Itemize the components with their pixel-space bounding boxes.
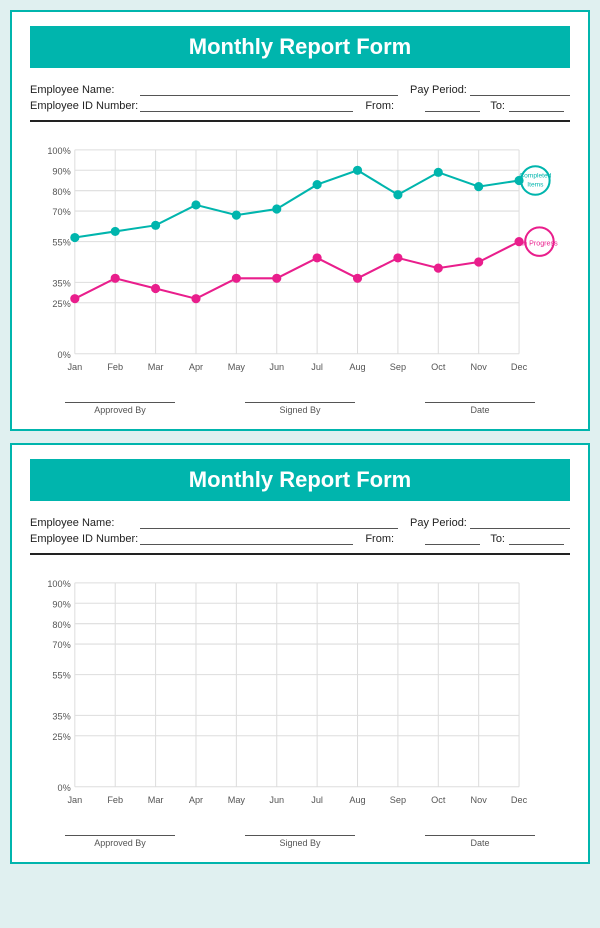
approved-by-block: Approved By: [65, 402, 175, 415]
signed-by-block: Signed By: [245, 835, 355, 848]
approved-by-line: [65, 402, 175, 403]
pay-period-line[interactable]: [470, 84, 570, 96]
signed-by-label: Signed By: [279, 405, 320, 415]
svg-text:55%: 55%: [52, 238, 70, 248]
svg-text:Mar: Mar: [148, 362, 164, 372]
approved-by-line: [65, 835, 175, 836]
employee-id-label: Employee ID Number:: [30, 100, 140, 112]
svg-text:70%: 70%: [52, 207, 70, 217]
date-line: [425, 835, 535, 836]
svg-text:Dec: Dec: [511, 362, 528, 372]
svg-text:25%: 25%: [52, 299, 70, 309]
signature-row: Approved By Signed By Date: [30, 835, 570, 848]
svg-text:55%: 55%: [52, 671, 70, 681]
employee-id-line[interactable]: [140, 100, 353, 112]
svg-text:Dec: Dec: [511, 795, 528, 805]
signed-by-line: [245, 402, 355, 403]
employee-name-line[interactable]: [140, 517, 398, 529]
date-block: Date: [425, 402, 535, 415]
svg-text:0%: 0%: [58, 783, 71, 793]
svg-text:Feb: Feb: [107, 362, 123, 372]
employee-name-label: Employee Name:: [30, 517, 140, 529]
employee-id-row: Employee ID Number: From: To:: [30, 533, 570, 545]
approved-by-label: Approved By: [94, 405, 146, 415]
svg-text:90%: 90%: [52, 599, 70, 609]
svg-text:100%: 100%: [47, 579, 70, 589]
date-label: Date: [470, 405, 489, 415]
employee-name-label: Employee Name:: [30, 84, 140, 96]
from-line[interactable]: [425, 100, 480, 112]
svg-text:70%: 70%: [52, 640, 70, 650]
svg-text:0%: 0%: [58, 350, 71, 360]
svg-text:Sep: Sep: [390, 362, 406, 372]
signed-by-block: Signed By: [245, 402, 355, 415]
svg-text:35%: 35%: [52, 711, 70, 721]
approved-by-block: Approved By: [65, 835, 175, 848]
signature-row: Approved By Signed By Date: [30, 402, 570, 415]
svg-text:Apr: Apr: [189, 795, 203, 805]
report-card-1: Monthly Report Form Employee Name: Pay P…: [10, 10, 590, 431]
form-fields: Employee Name: Pay Period: Employee ID N…: [30, 517, 570, 545]
employee-name-row: Employee Name: Pay Period:: [30, 517, 570, 529]
divider: [30, 553, 570, 555]
from-label: From:: [365, 533, 425, 545]
svg-text:35%: 35%: [52, 278, 70, 288]
signed-by-label: Signed By: [279, 838, 320, 848]
chart-container: 0% 25% 35% 55% 70% 80% 90% 100% Jan Feb Mar Apr May…: [30, 565, 570, 825]
svg-text:Nov: Nov: [471, 362, 488, 372]
svg-text:In Progress: In Progress: [521, 240, 558, 248]
svg-text:Jun: Jun: [269, 795, 284, 805]
svg-text:Feb: Feb: [107, 795, 123, 805]
svg-text:Jan: Jan: [67, 795, 82, 805]
report-card-2: Monthly Report Form Employee Name: Pay P…: [10, 443, 590, 864]
report-title: Monthly Report Form: [30, 459, 570, 501]
svg-text:Aug: Aug: [349, 362, 365, 372]
chart-container: 0% 25% 35% 55% 70% 80% 90% 100% Jan Feb Mar Apr May…: [30, 132, 570, 392]
divider: [30, 120, 570, 122]
svg-text:Sep: Sep: [390, 795, 406, 805]
to-label: To:: [490, 533, 505, 545]
svg-text:Oct: Oct: [431, 362, 446, 372]
svg-text:90%: 90%: [52, 166, 70, 176]
from-label: From:: [365, 100, 425, 112]
to-line[interactable]: [509, 100, 564, 112]
signed-by-line: [245, 835, 355, 836]
employee-name-line[interactable]: [140, 84, 398, 96]
svg-text:Aug: Aug: [349, 795, 365, 805]
pay-period-label: Pay Period:: [410, 517, 470, 529]
to-line[interactable]: [509, 533, 564, 545]
svg-text:80%: 80%: [52, 187, 70, 197]
date-label: Date: [470, 838, 489, 848]
svg-text:Jul: Jul: [311, 795, 323, 805]
date-line: [425, 402, 535, 403]
employee-id-label: Employee ID Number:: [30, 533, 140, 545]
pay-period-line[interactable]: [470, 517, 570, 529]
report-title: Monthly Report Form: [30, 26, 570, 68]
svg-text:Nov: Nov: [471, 795, 488, 805]
svg-text:Jan: Jan: [67, 362, 82, 372]
employee-id-line[interactable]: [140, 533, 353, 545]
svg-text:Jul: Jul: [311, 362, 323, 372]
employee-id-row: Employee ID Number: From: To:: [30, 100, 570, 112]
svg-text:Completed: Completed: [519, 172, 551, 179]
svg-text:80%: 80%: [52, 620, 70, 630]
from-line[interactable]: [425, 533, 480, 545]
svg-text:Items: Items: [527, 182, 544, 189]
form-fields: Employee Name: Pay Period: Employee ID N…: [30, 84, 570, 112]
to-label: To:: [490, 100, 505, 112]
svg-text:Apr: Apr: [189, 362, 203, 372]
svg-text:25%: 25%: [52, 732, 70, 742]
approved-by-label: Approved By: [94, 838, 146, 848]
svg-text:Jun: Jun: [269, 362, 284, 372]
svg-text:Oct: Oct: [431, 795, 446, 805]
svg-text:May: May: [228, 795, 246, 805]
pay-period-label: Pay Period:: [410, 84, 470, 96]
svg-text:100%: 100%: [47, 146, 70, 156]
date-block: Date: [425, 835, 535, 848]
employee-name-row: Employee Name: Pay Period:: [30, 84, 570, 96]
svg-text:May: May: [228, 362, 246, 372]
svg-text:Mar: Mar: [148, 795, 164, 805]
